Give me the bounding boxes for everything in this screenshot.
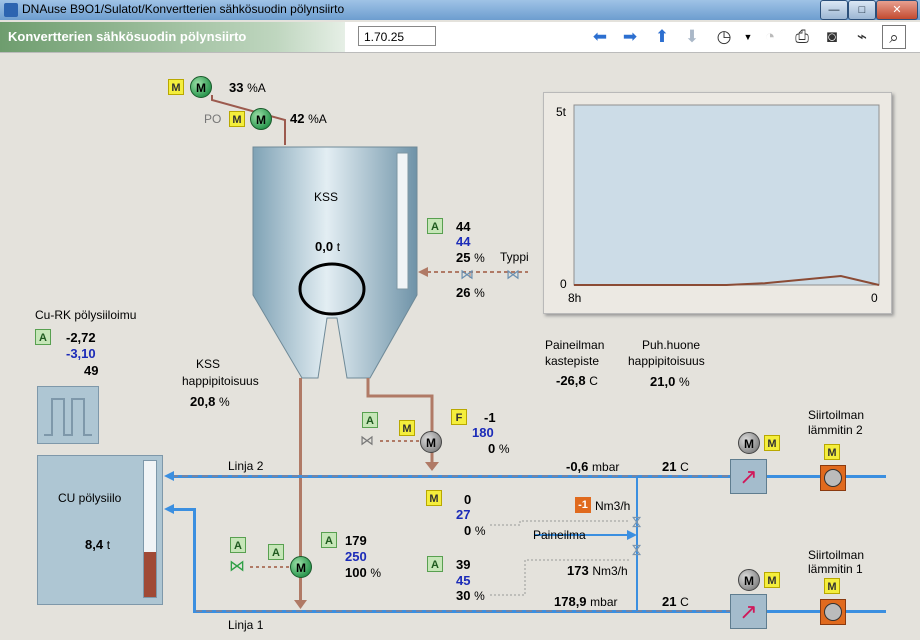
- cu-silo-label: CU pölysiilo: [58, 491, 122, 505]
- cu-silo-level-fill: [144, 552, 156, 597]
- linja1-pressure: 178,9 mbar: [554, 594, 618, 609]
- x-tick-right: 0: [871, 291, 878, 305]
- bottom-valve-value-1: 179: [345, 533, 367, 548]
- heater1-label-2: lämmitin 1: [808, 562, 863, 576]
- heater2-fan-icon[interactable]: [820, 465, 846, 491]
- bottom-valve-value-2: 250: [345, 549, 367, 564]
- cu-silo-value: 8,4 t: [85, 537, 111, 552]
- flow-top-value: -1: [575, 497, 591, 513]
- flow-valve-top-icon[interactable]: ⋈: [629, 516, 645, 529]
- silo-kss-value: 0,0 t: [315, 239, 341, 254]
- motor2-mode-badge[interactable]: M: [229, 111, 245, 127]
- y-tick-top: 5t: [556, 105, 567, 119]
- motor1-mode-badge[interactable]: M: [168, 79, 184, 95]
- x-tick-left: 8h: [568, 291, 582, 305]
- kss-oxygen-value: 20,8 %: [190, 394, 230, 409]
- room-oxygen-value: 21,0 %: [650, 374, 690, 389]
- bottom-valve-badge-a1[interactable]: A: [230, 537, 246, 553]
- linja2-label: Linja 2: [228, 459, 264, 473]
- kss-out-mode-badge-m[interactable]: M: [399, 420, 415, 436]
- linja1-label: Linja 1: [228, 618, 264, 632]
- typpi-supply-valve-icon[interactable]: ⋈: [506, 266, 520, 283]
- cu-silo-top: [37, 386, 99, 444]
- pressure-air-label-2: kastepiste: [545, 354, 600, 368]
- cu-silo-level-bar: [143, 460, 157, 598]
- ctrl-m-value-2: 27: [456, 507, 471, 522]
- linja2-temp: 21 C: [662, 459, 689, 474]
- ctrl-m-value-3: 0 %: [464, 523, 486, 538]
- linja1-temp: 21 C: [662, 594, 689, 609]
- cu-rk-value-2: -3,10: [66, 346, 96, 361]
- kss-out-motor-icon[interactable]: M: [420, 431, 442, 453]
- ctrl-a2-mode-badge[interactable]: A: [427, 556, 443, 572]
- heater1-motor-icon[interactable]: M: [738, 569, 760, 591]
- heater1-label-1: Siirtoilman: [808, 548, 865, 562]
- bottom-valve-value-3: 100 %: [345, 565, 381, 580]
- ctrl-a2-value-3: 30 %: [456, 588, 485, 603]
- typpi-valve-icon[interactable]: ⋈: [460, 266, 474, 283]
- bottom-motor-icon[interactable]: M: [290, 556, 312, 578]
- typpi-label: Typpi: [500, 250, 529, 264]
- typpi-value-1: 44: [456, 219, 471, 234]
- cu-rk-mode-badge[interactable]: A: [35, 329, 51, 345]
- motor1-icon[interactable]: M: [190, 76, 212, 98]
- bottom-valve-badge-a2[interactable]: A: [268, 544, 284, 560]
- flow-top-unit: Nm3/h: [595, 499, 631, 513]
- kss-out-value-3: 0 %: [488, 441, 510, 456]
- heater2-label-2: lämmitin 2: [808, 423, 863, 437]
- heater2-label-1: Siirtoilman: [808, 408, 865, 422]
- pressure-air-label-1: Paineilman: [545, 338, 605, 352]
- kss-out-valve-icon[interactable]: ⋈: [360, 432, 374, 449]
- po-label: PO: [204, 112, 222, 126]
- cu-rk-value-1: -2,72: [66, 330, 96, 345]
- kss-oxygen-label-1: KSS: [196, 357, 221, 371]
- typpi-value-2: 44: [456, 234, 471, 249]
- paineilma-label: Paineilma: [533, 528, 586, 542]
- ctrl-a2-value-1: 39: [456, 557, 471, 572]
- trend-chart[interactable]: 5t 0 8h 0: [543, 92, 892, 314]
- kss-oxygen-label-2: happipitoisuus: [182, 374, 259, 388]
- ctrl-m-value-1: 0: [464, 492, 472, 507]
- typpi-value-3: 25 %: [456, 250, 485, 265]
- heater1-fan-icon[interactable]: [820, 599, 846, 625]
- kss-out-mode-badge-a[interactable]: A: [362, 412, 378, 428]
- y-tick-bottom: 0: [560, 277, 567, 291]
- motor1-value: 33 %A: [229, 80, 266, 95]
- motor2-value: 42 %A: [290, 111, 327, 126]
- bottom-valve-badge-a3[interactable]: A: [321, 532, 337, 548]
- trend-plot: [573, 104, 880, 286]
- room-oxygen-label-1: Puh.huone: [642, 338, 701, 352]
- kss-out-value-2: 180: [472, 425, 494, 440]
- kss-out-value-1: -1: [484, 410, 496, 425]
- flow-valve-bottom-icon[interactable]: ⋈: [629, 544, 645, 557]
- ctrl-a2-value-2: 45: [456, 573, 471, 588]
- bottom-valve-icon[interactable]: ⋈: [229, 556, 245, 576]
- heater1-trend-icon[interactable]: ↗: [730, 594, 767, 629]
- heater2-trend-icon[interactable]: ↗: [730, 459, 767, 494]
- heater2-mode-badge-2[interactable]: M: [824, 444, 840, 460]
- cu-rk-label: Cu-RK pölysiiloimu: [35, 308, 137, 322]
- typpi-value-4: 26 %: [456, 285, 485, 300]
- room-oxygen-label-2: happipitoisuus: [628, 354, 705, 368]
- linja2-pressure: -0,6 mbar: [566, 459, 620, 474]
- motor2-icon[interactable]: M: [250, 108, 272, 130]
- silo-kss-label: KSS: [314, 190, 339, 204]
- plot-area: [573, 104, 880, 286]
- heater1-mode-badge-2[interactable]: M: [824, 578, 840, 594]
- heater2-mode-badge[interactable]: M: [764, 435, 780, 451]
- kss-out-mode-badge-f[interactable]: F: [451, 409, 467, 425]
- pressure-air-value: -26,8 C: [556, 373, 598, 388]
- ctrl-m-mode-badge[interactable]: M: [426, 490, 442, 506]
- flow-bottom: 173 Nm3/h: [567, 563, 628, 578]
- heater2-motor-icon[interactable]: M: [738, 432, 760, 454]
- heater1-mode-badge[interactable]: M: [764, 572, 780, 588]
- cu-rk-value-3: 49: [84, 363, 99, 378]
- typpi-mode-badge[interactable]: A: [427, 218, 443, 234]
